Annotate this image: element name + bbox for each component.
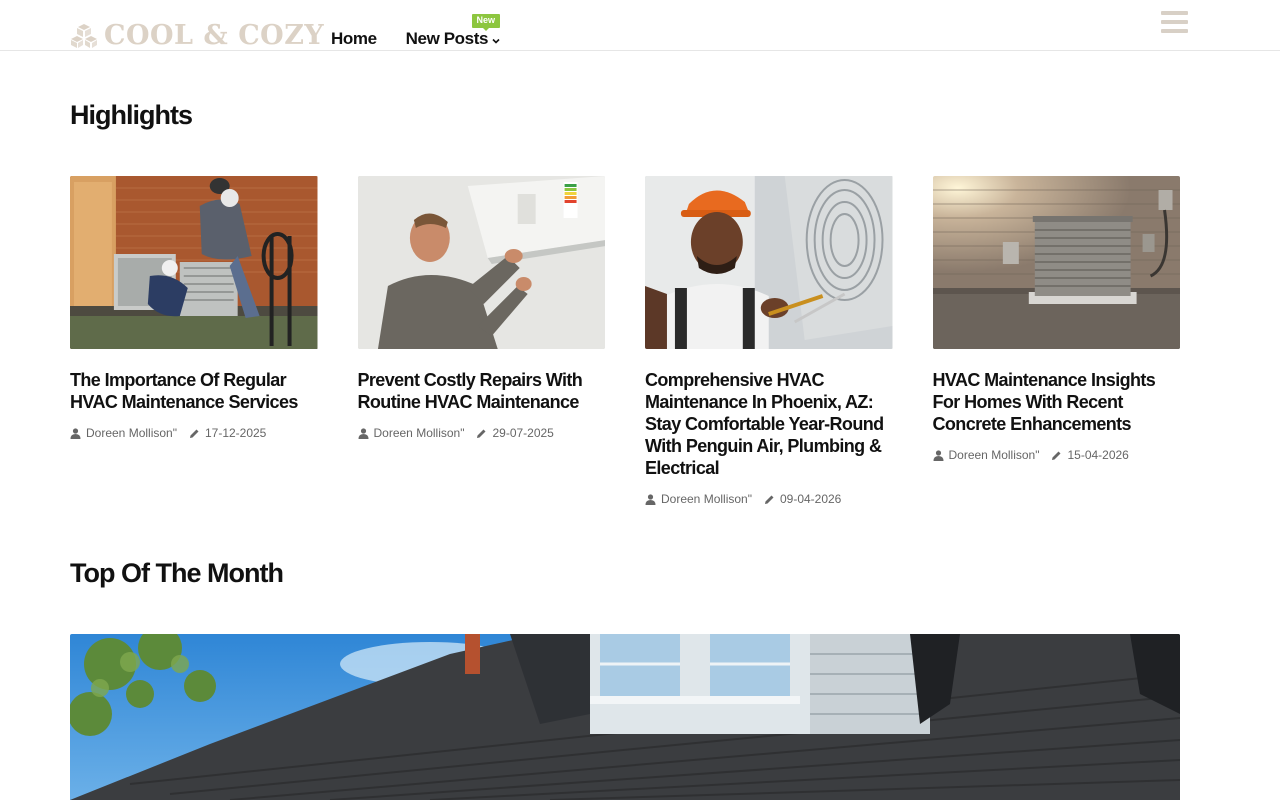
user-icon	[358, 427, 368, 439]
pencil-icon	[477, 429, 486, 438]
date-text: 29-07-2025	[492, 426, 554, 440]
highlights-grid: The Importance Of Regular HVAC Maintenan…	[70, 176, 1180, 506]
pencil-icon	[764, 495, 774, 504]
post-thumbnail[interactable]	[645, 176, 893, 349]
ac-repair-image	[357, 176, 605, 349]
post-title[interactable]: Comprehensive HVAC Maintenance In Phoeni…	[645, 369, 893, 479]
post-thumbnail[interactable]	[357, 176, 605, 349]
post-meta: Doreen Mollison" 29-07-2025	[358, 426, 606, 440]
hvac-technicians-image	[70, 176, 318, 349]
post-meta: Doreen Mollison" 17-12-2025	[70, 426, 318, 440]
hamburger-icon[interactable]	[1161, 11, 1188, 33]
post-date: 15-04-2026	[1051, 448, 1129, 462]
author-name: Doreen Mollison"	[948, 448, 1040, 462]
post-author[interactable]: Doreen Mollison"	[358, 426, 465, 440]
post-author[interactable]: Doreen Mollison"	[645, 492, 752, 506]
site-header: COOL & COZY Home New Posts New	[0, 0, 1280, 51]
post-meta: Doreen Mollison" 15-04-2026	[933, 448, 1181, 462]
author-name: Doreen Mollison"	[661, 492, 752, 506]
new-badge: New	[471, 14, 501, 31]
post-thumbnail[interactable]	[70, 176, 318, 349]
nav-item-home[interactable]: Home	[331, 28, 377, 50]
outdoor-ac-unit-image	[932, 176, 1180, 349]
post-date: 29-07-2025	[476, 426, 554, 440]
pencil-icon	[189, 429, 199, 438]
post-date: 09-04-2026	[764, 492, 841, 506]
date-text: 17-12-2025	[204, 426, 267, 440]
author-name: Doreen Mollison"	[373, 426, 465, 440]
post-title[interactable]: HVAC Maintenance Insights For Homes With…	[933, 369, 1181, 435]
post-card: Prevent Costly Repairs With Routine HVAC…	[357, 176, 606, 506]
user-icon	[933, 449, 943, 461]
date-text: 15-04-2026	[1067, 448, 1129, 462]
site-logo[interactable]: COOL & COZY	[70, 20, 324, 52]
technician-hard-hat-image	[645, 176, 893, 349]
post-title[interactable]: The Importance Of Regular HVAC Maintenan…	[70, 369, 318, 413]
post-author[interactable]: Doreen Mollison"	[933, 448, 1040, 462]
nav-item-new-posts[interactable]: New Posts New	[405, 14, 501, 50]
cubes-icon	[71, 24, 97, 48]
user-icon	[645, 493, 656, 505]
featured-post-image[interactable]	[70, 634, 1180, 800]
nav-item-label: New Posts	[405, 29, 489, 48]
post-meta: Doreen Mollison" 09-04-2026	[645, 492, 893, 506]
section-title-top-of-the-month: Top Of The Month	[70, 558, 284, 588]
post-card: The Importance Of Regular HVAC Maintenan…	[70, 176, 318, 506]
house-roof-image	[70, 634, 1180, 800]
post-card: Comprehensive HVAC Maintenance In Phoeni…	[645, 176, 893, 506]
post-author[interactable]: Doreen Mollison"	[70, 426, 177, 440]
post-thumbnail[interactable]	[932, 176, 1180, 349]
author-name: Doreen Mollison"	[86, 426, 177, 440]
main-nav: Home New Posts New	[331, 14, 501, 50]
logo-text: COOL & COZY	[104, 20, 325, 51]
post-title[interactable]: Prevent Costly Repairs With Routine HVAC…	[358, 369, 606, 413]
post-card: HVAC Maintenance Insights For Homes With…	[932, 176, 1181, 506]
chevron-down-icon	[492, 38, 500, 44]
date-text: 09-04-2026	[779, 492, 842, 506]
user-icon	[70, 427, 81, 439]
nav-item-label: Home	[331, 29, 377, 48]
section-title-highlights: Highlights	[70, 100, 193, 130]
post-date: 17-12-2025	[189, 426, 266, 440]
pencil-icon	[1052, 451, 1061, 460]
